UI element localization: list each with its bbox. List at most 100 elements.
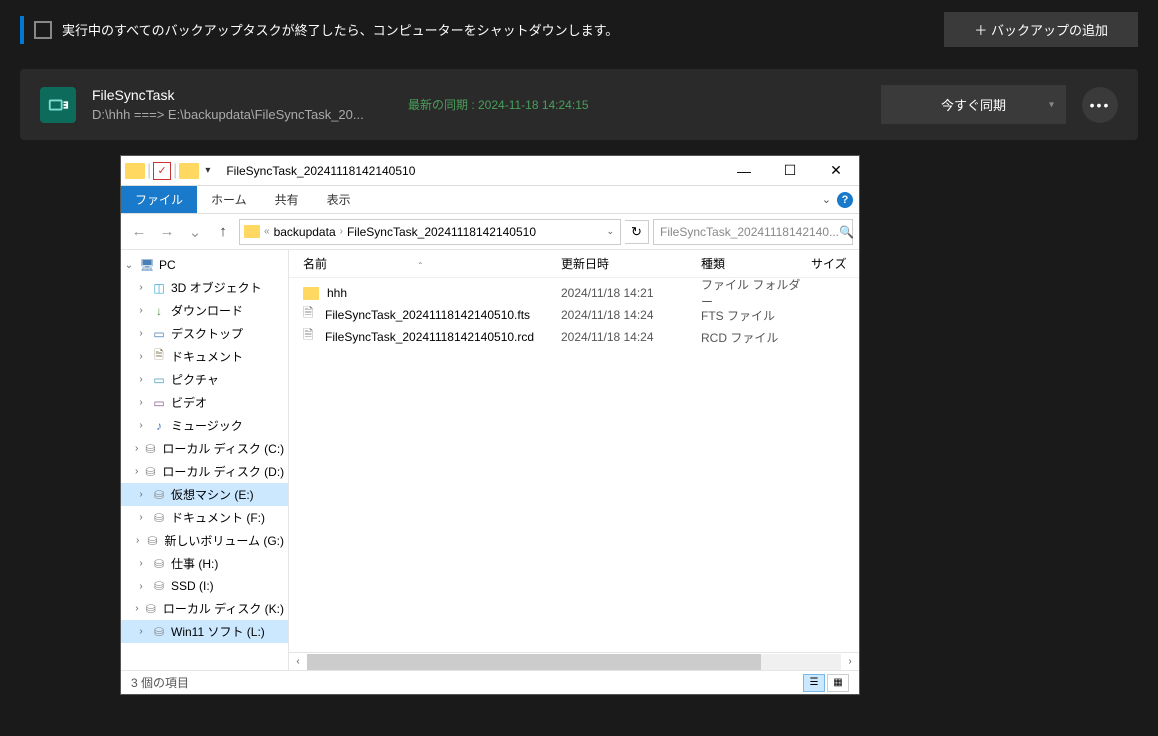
- expand-icon[interactable]: ›: [135, 466, 138, 477]
- tree-item[interactable]: ›▭ピクチャ: [121, 368, 288, 391]
- breadcrumb-sep-icon[interactable]: ›: [340, 226, 343, 237]
- file-row[interactable]: hhh2024/11/18 14:21ファイル フォルダー: [289, 282, 859, 304]
- col-header-date[interactable]: 更新日時: [561, 255, 701, 272]
- tree-item[interactable]: ›⛁SSD (I:): [121, 575, 288, 597]
- breadcrumb-sep-icon[interactable]: «: [264, 226, 270, 237]
- file-name: FileSyncTask_20241118142140510.fts: [325, 308, 530, 322]
- tree-item-label: ローカル ディスク (K:): [163, 600, 284, 617]
- address-bar[interactable]: « backupdata › FileSyncTask_202411181421…: [239, 219, 621, 245]
- search-icon[interactable]: 🔍: [839, 225, 854, 239]
- search-placeholder: FileSyncTask_20241118142140...: [660, 225, 839, 239]
- tree-item[interactable]: ›↓ダウンロード: [121, 299, 288, 322]
- maximize-button[interactable]: ☐: [767, 156, 813, 186]
- tree-item[interactable]: ›🗎ドキュメント: [121, 345, 288, 368]
- window-controls: — ☐ ✕: [721, 156, 859, 186]
- tree-item[interactable]: ›◫3D オブジェクト: [121, 276, 288, 299]
- view-large-button[interactable]: ▦: [827, 674, 849, 692]
- shutdown-label: 実行中のすべてのバックアップタスクが終了したら、コンピューターをシャットダウンし…: [62, 20, 934, 39]
- nav-back-button[interactable]: ←: [127, 220, 151, 244]
- status-bar: 3 個の項目 ☰ ▦: [121, 670, 859, 694]
- expand-icon[interactable]: ›: [135, 351, 147, 362]
- expand-icon[interactable]: ›: [135, 603, 139, 614]
- expand-icon[interactable]: ›: [135, 581, 147, 592]
- add-backup-button[interactable]: ＋ バックアップの追加: [944, 12, 1138, 47]
- tree-item-label: SSD (I:): [171, 579, 214, 593]
- address-dropdown-icon[interactable]: ⌄: [606, 226, 616, 237]
- sync-dropdown-icon[interactable]: ▾: [1049, 99, 1054, 110]
- tree-item[interactable]: ›⛁Win11 ソフト (L:): [121, 620, 288, 643]
- nav-tree[interactable]: ⌄ 🖥 PC ›◫3D オブジェクト›↓ダウンロード›▭デスクトップ›🗎ドキュメ…: [121, 250, 289, 670]
- tree-item[interactable]: ›⛁ローカル ディスク (C:): [121, 437, 288, 460]
- tree-item[interactable]: ›▭デスクトップ: [121, 322, 288, 345]
- expand-icon[interactable]: ›: [135, 420, 147, 431]
- tree-item[interactable]: ›⛁ローカル ディスク (K:): [121, 597, 288, 620]
- scroll-left-icon[interactable]: ‹: [289, 656, 307, 667]
- expand-icon[interactable]: ›: [135, 443, 138, 454]
- tree-item[interactable]: ›⛁ローカル ディスク (D:): [121, 460, 288, 483]
- expand-icon[interactable]: ⌄: [123, 260, 135, 271]
- col-header-type[interactable]: 種類: [701, 255, 811, 272]
- horizontal-scrollbar[interactable]: ‹ ›: [289, 652, 859, 670]
- ribbon-tab-home[interactable]: ホーム: [197, 186, 261, 213]
- scroll-track[interactable]: [307, 654, 841, 670]
- tree-pc-root[interactable]: ⌄ 🖥 PC: [121, 254, 288, 276]
- file-area: 名前⌃ 更新日時 種類 サイズ hhh2024/11/18 14:21ファイル …: [289, 250, 859, 670]
- tree-item-icon: ⛁: [151, 556, 167, 572]
- sync-now-label: 今すぐ同期: [941, 98, 1006, 113]
- file-row[interactable]: 🗎FileSyncTask_20241118142140510.rcd2024/…: [289, 326, 859, 348]
- scroll-thumb[interactable]: [307, 654, 761, 670]
- expand-icon[interactable]: ›: [135, 328, 147, 339]
- expand-icon[interactable]: ›: [135, 305, 147, 316]
- view-buttons: ☰ ▦: [803, 674, 849, 692]
- qat-dropdown-icon[interactable]: ▾: [201, 165, 214, 176]
- divider: |: [147, 162, 151, 180]
- nav-recent-button[interactable]: ⌄: [183, 220, 207, 244]
- tree-item-label: ローカル ディスク (C:): [162, 440, 284, 457]
- expand-icon[interactable]: ›: [135, 535, 140, 546]
- tree-item[interactable]: ›⛁新しいボリューム (G:): [121, 529, 288, 552]
- sync-now-button[interactable]: 今すぐ同期 ▾: [881, 85, 1066, 124]
- nav-up-button[interactable]: ↑: [211, 220, 235, 244]
- titlebar[interactable]: | ✓ | ▾ FileSyncTask_20241118142140510 —…: [121, 156, 859, 186]
- expand-icon[interactable]: ›: [135, 489, 147, 500]
- minimize-button[interactable]: —: [721, 156, 767, 186]
- tree-item-label: Win11 ソフト (L:): [171, 623, 265, 640]
- folder-icon: [179, 163, 199, 179]
- search-input[interactable]: FileSyncTask_20241118142140... 🔍: [653, 219, 853, 245]
- tree-item[interactable]: ›⛁仕事 (H:): [121, 552, 288, 575]
- tree-item[interactable]: ›♪ミュージック: [121, 414, 288, 437]
- ribbon-tab-file[interactable]: ファイル: [121, 186, 197, 213]
- expand-icon[interactable]: ›: [135, 374, 147, 385]
- help-icon[interactable]: ?: [837, 192, 853, 208]
- expand-icon[interactable]: ›: [135, 397, 147, 408]
- file-row[interactable]: 🗎FileSyncTask_20241118142140510.fts2024/…: [289, 304, 859, 326]
- task-path: D:\hhh ===> E:\backupdata\FileSyncTask_2…: [92, 107, 392, 122]
- qat-properties-icon[interactable]: ✓: [153, 162, 171, 180]
- shutdown-checkbox[interactable]: [34, 21, 52, 39]
- tree-label: PC: [159, 258, 176, 272]
- expand-icon[interactable]: ›: [135, 626, 147, 637]
- file-type: FTS ファイル: [701, 307, 811, 324]
- expand-icon[interactable]: ›: [135, 512, 147, 523]
- tree-item-label: デスクトップ: [171, 325, 243, 342]
- tree-item[interactable]: ›⛁仮想マシン (E:): [121, 483, 288, 506]
- tree-item[interactable]: ›▭ビデオ: [121, 391, 288, 414]
- ribbon-tab-share[interactable]: 共有: [261, 186, 313, 213]
- more-button[interactable]: •••: [1082, 87, 1118, 123]
- expand-icon[interactable]: ›: [135, 558, 147, 569]
- ribbon-tab-view[interactable]: 表示: [313, 186, 365, 213]
- content-area: ⌄ 🖥 PC ›◫3D オブジェクト›↓ダウンロード›▭デスクトップ›🗎ドキュメ…: [121, 250, 859, 670]
- refresh-button[interactable]: ↻: [625, 220, 649, 244]
- col-header-size[interactable]: サイズ: [811, 255, 859, 272]
- file-list[interactable]: hhh2024/11/18 14:21ファイル フォルダー🗎FileSyncTa…: [289, 278, 859, 652]
- tree-item[interactable]: ›⛁ドキュメント (F:): [121, 506, 288, 529]
- close-button[interactable]: ✕: [813, 156, 859, 186]
- view-details-button[interactable]: ☰: [803, 674, 825, 692]
- breadcrumb-part[interactable]: FileSyncTask_20241118142140510: [347, 225, 536, 239]
- nav-forward-button[interactable]: →: [155, 220, 179, 244]
- scroll-right-icon[interactable]: ›: [841, 656, 859, 667]
- col-header-name[interactable]: 名前⌃: [303, 255, 561, 272]
- expand-icon[interactable]: ›: [135, 282, 147, 293]
- ribbon-expand-icon[interactable]: ⌄: [822, 193, 831, 206]
- breadcrumb-part[interactable]: backupdata: [274, 225, 336, 239]
